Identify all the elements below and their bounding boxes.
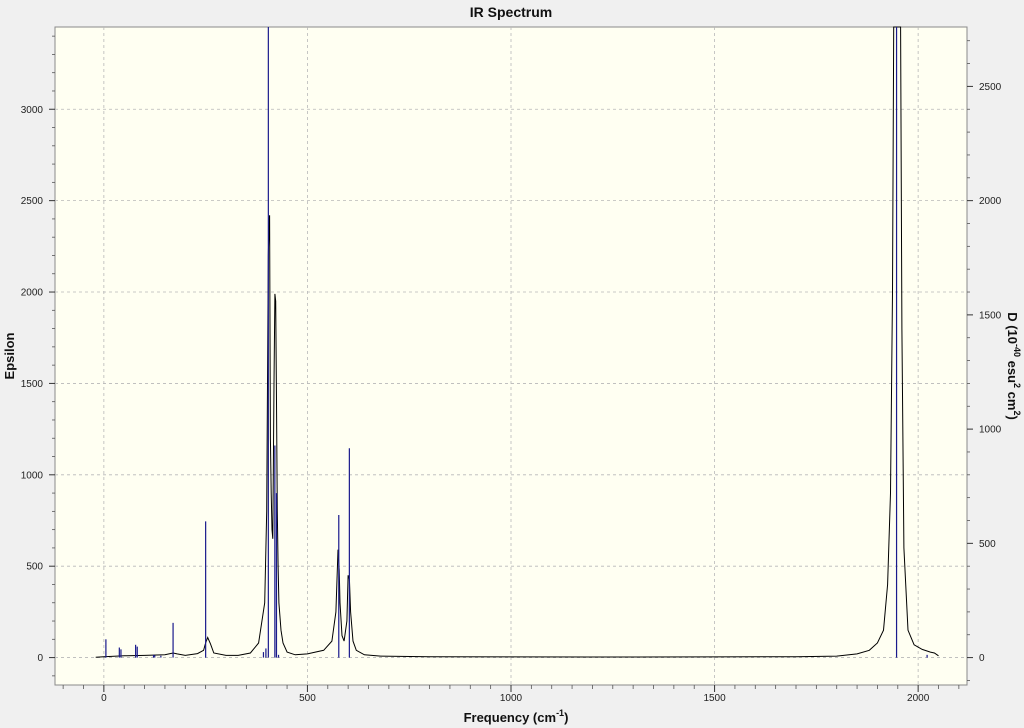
y-right-tick-label: 2000	[979, 196, 1002, 207]
x-tick-label: 0	[101, 693, 107, 704]
y-left-tick-label: 2000	[21, 288, 44, 299]
y-left-axis-title: Epsilon	[2, 332, 17, 379]
y-right-tick-label: 500	[979, 539, 996, 550]
y-right-tick-label: 1000	[979, 425, 1002, 436]
chart-title: IR Spectrum	[470, 4, 552, 20]
y-left-tick-label: 500	[26, 562, 43, 573]
x-tick-label: 1000	[500, 693, 523, 704]
x-axis-title-end: )	[564, 710, 568, 725]
y-right-title-part3: cm	[1005, 388, 1020, 410]
y-left-tick-label: 1500	[21, 379, 44, 390]
y-right-tick-label: 2500	[979, 82, 1002, 93]
x-axis-title-main: Frequency (cm	[464, 710, 556, 725]
y-left-tick-label: 3000	[21, 105, 44, 116]
x-tick-label: 2000	[907, 693, 930, 704]
ir-spectrum-chart: IR Spectrum 0 500 1000 1500 2000 0 500 1000 1500…	[2, 4, 1022, 725]
y-right-title-part1: D (10	[1005, 312, 1020, 344]
y-right-title-sup1: -40	[1012, 344, 1022, 357]
x-tick-label: 1500	[703, 693, 726, 704]
x-tick-label: 500	[299, 693, 316, 704]
y-right-title-part2: esu	[1005, 357, 1020, 383]
y-left-tick-label: 0	[37, 653, 43, 664]
y-left-tick-label: 2500	[21, 196, 44, 207]
y-left-tick-label: 1000	[21, 470, 44, 481]
y-right-tick-label: 1500	[979, 310, 1002, 321]
x-axis-title: Frequency (cm-1)	[464, 708, 569, 725]
x-axis-title-superscript: -1	[556, 708, 564, 718]
y-right-title-part4: )	[1005, 415, 1020, 419]
y-right-tick-label: 0	[979, 653, 985, 664]
y-right-axis-title: D (10-40 esu2 cm2)	[1005, 312, 1022, 420]
